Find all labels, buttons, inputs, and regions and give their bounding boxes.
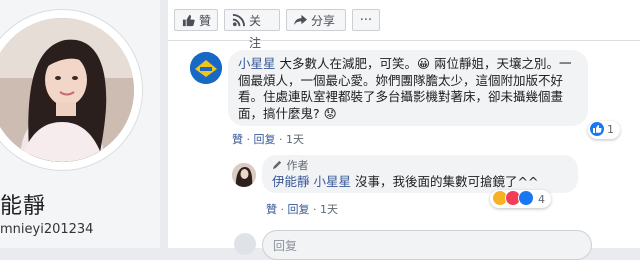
comment-bubble: 小星星 大多數人在減肥，可笑。😀 兩位靜姐，天壤之別。一個最煩人，一個最心愛。妳… [228,50,588,126]
comment-reaction-count: 1 [607,123,614,136]
profile-column: 能靜 mnieyi201234 [0,0,160,248]
share-icon [294,14,307,26]
like-reaction-icon [518,190,534,206]
like-reaction-icon [590,122,604,136]
commenter-name[interactable]: 小星星 [238,56,276,71]
profile-handle: mnieyi201234 [0,222,94,237]
reply-line: 伊能靜 小星星 沒事，我後面的集數可搶鏡了^^ [272,174,568,190]
reply-actions: 贊 · 回复 · 1天 [266,203,338,216]
comment-time[interactable]: 1天 [286,133,304,146]
current-user-avatar [234,233,256,255]
comment-like-link[interactable]: 贊 [232,133,243,146]
pen-icon [272,160,282,170]
reply-reactions[interactable]: 4 [490,190,551,208]
like-button-label: 贊 [199,14,212,28]
replier-avatar[interactable] [232,163,256,187]
like-button[interactable]: 贊 [174,9,218,31]
rss-icon [232,14,245,27]
comment-reactions[interactable]: 1 [588,121,620,139]
profile-name: 能靜 [0,194,47,219]
share-button[interactable]: 分享 [286,9,346,31]
more-options-button[interactable]: ··· [352,9,380,31]
follow-button[interactable]: 关注 [224,9,280,50]
replier-name[interactable]: 伊能靜 [272,174,310,189]
comment-actions: 贊 · 回复 · 1天 [232,133,304,146]
commenter-avatar[interactable] [190,52,222,84]
reply-input[interactable]: 回复 [262,230,592,260]
reply-reaction-count: 4 [538,193,545,206]
post-panel: 贊 关注 分享 ··· 小星星 大多數人在減肥，可笑。😀 兩位靜姐，天壤之別。一… [168,0,640,260]
reply-text: 沒事，我後面的集數可搶鏡了^^ [351,174,539,189]
reply-bubble: 作者 伊能靜 小星星 沒事，我後面的集數可搶鏡了^^ [262,155,578,193]
comment-text: 大多數人在減肥，可笑。😀 兩位靜姐，天壤之別。一個最煩人，一個最心愛。妳們團隊膽… [238,56,572,121]
author-badge-label: 作者 [286,159,309,172]
reply-time[interactable]: 1天 [320,203,338,216]
reply-like-link[interactable]: 贊 [266,203,277,216]
follow-button-label: 关注 [249,14,262,50]
thumbs-up-icon [182,14,195,27]
action-bar: 贊 关注 分享 ··· [168,0,640,50]
share-button-label: 分享 [311,14,336,28]
comment-reply-link[interactable]: 回复 [254,133,276,146]
reply-reply-link[interactable]: 回复 [288,203,310,216]
reply-mention[interactable]: 小星星 [314,174,352,189]
author-badge: 作者 [272,158,568,174]
